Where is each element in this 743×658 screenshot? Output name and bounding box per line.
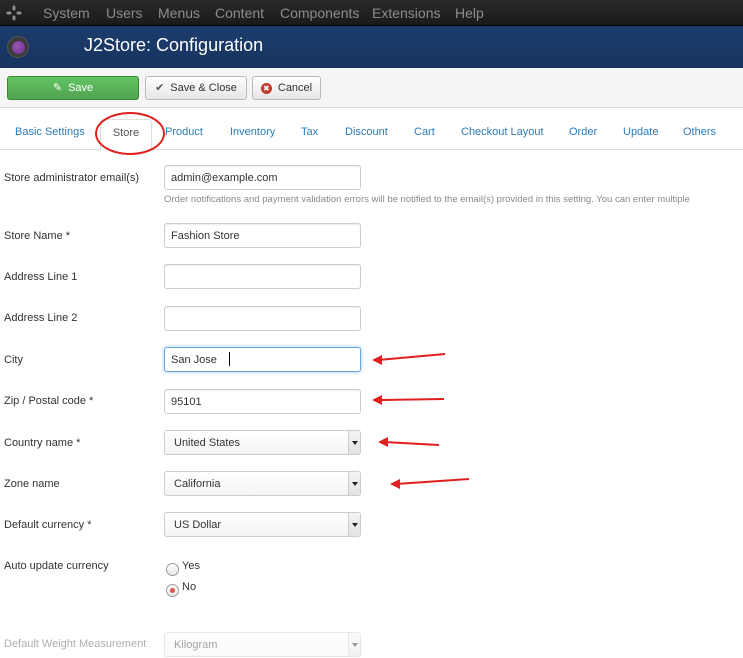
menu-components[interactable]: Components bbox=[280, 5, 359, 21]
menu-extensions[interactable]: Extensions bbox=[372, 5, 440, 21]
tab-inventory[interactable]: Inventory bbox=[230, 126, 275, 138]
admin-menubar: System Users Menus Content Components Ex… bbox=[0, 0, 743, 26]
weight-select-value: Kilogram bbox=[174, 639, 218, 651]
tab-update[interactable]: Update bbox=[623, 126, 658, 138]
menu-content[interactable]: Content bbox=[215, 5, 264, 21]
auto-update-no-label[interactable]: No bbox=[182, 581, 196, 593]
auto-update-currency-label: Auto update currency bbox=[4, 560, 109, 572]
tab-checkout-layout[interactable]: Checkout Layout bbox=[461, 126, 544, 138]
tab-discount[interactable]: Discount bbox=[345, 126, 388, 138]
country-select[interactable]: United States bbox=[164, 430, 361, 455]
checkmark-icon: ✔ bbox=[155, 81, 165, 94]
address-line1-label: Address Line 1 bbox=[4, 271, 78, 283]
address-line1-field[interactable] bbox=[164, 264, 361, 289]
chevron-down-icon[interactable] bbox=[348, 472, 360, 495]
address-line2-label: Address Line 2 bbox=[4, 312, 78, 324]
city-field[interactable] bbox=[164, 347, 361, 372]
tab-order[interactable]: Order bbox=[569, 126, 597, 138]
cancel-button[interactable]: ✖ Cancel bbox=[252, 76, 321, 100]
country-select-value: United States bbox=[174, 437, 241, 449]
currency-select-value: US Dollar bbox=[174, 519, 222, 531]
zip-code-field[interactable] bbox=[164, 389, 361, 414]
chevron-down-icon[interactable] bbox=[348, 633, 360, 656]
chevron-down-icon[interactable] bbox=[348, 513, 360, 536]
menu-menus[interactable]: Menus bbox=[158, 5, 200, 21]
config-tabs: Basic Settings Store Product Inventory T… bbox=[0, 109, 743, 151]
menu-system[interactable]: System bbox=[43, 5, 90, 21]
currency-select[interactable]: US Dollar bbox=[164, 512, 361, 537]
tab-store[interactable]: Store bbox=[100, 119, 152, 151]
tab-tax[interactable]: Tax bbox=[301, 126, 318, 138]
cancel-button-label: Cancel bbox=[277, 82, 313, 94]
admin-email-help: Order notifications and payment validati… bbox=[164, 194, 690, 205]
country-name-label: Country name * bbox=[4, 437, 81, 449]
default-currency-label: Default currency * bbox=[4, 519, 92, 531]
tab-basic-settings[interactable]: Basic Settings bbox=[15, 126, 85, 138]
save-close-button-label: Save & Close bbox=[170, 82, 237, 94]
zone-name-label: Zone name bbox=[4, 478, 60, 490]
chevron-down-icon[interactable] bbox=[348, 431, 360, 454]
tab-others[interactable]: Others bbox=[683, 126, 716, 138]
annotation-arrow-zip bbox=[372, 395, 445, 405]
annotation-arrow-country bbox=[378, 437, 440, 447]
text-cursor bbox=[229, 352, 230, 366]
auto-update-yes-radio[interactable] bbox=[166, 563, 179, 576]
save-button[interactable]: ✎ Save bbox=[7, 76, 139, 100]
tab-cart[interactable]: Cart bbox=[414, 126, 435, 138]
store-name-label: Store Name * bbox=[4, 230, 71, 242]
annotation-arrow-zone bbox=[390, 478, 470, 489]
save-button-label: Save bbox=[68, 82, 94, 94]
store-name-field[interactable] bbox=[164, 223, 361, 248]
menu-help[interactable]: Help bbox=[455, 5, 484, 21]
j2store-logo-icon bbox=[7, 36, 29, 58]
weight-select[interactable]: Kilogram bbox=[164, 632, 361, 657]
zip-code-label: Zip / Postal code * bbox=[4, 395, 94, 407]
city-label: City bbox=[4, 354, 23, 366]
default-weight-label: Default Weight Measurement bbox=[4, 638, 147, 650]
save-close-button[interactable]: ✔ Save & Close bbox=[145, 76, 247, 100]
joomla-logo-icon[interactable] bbox=[6, 5, 22, 21]
tab-product[interactable]: Product bbox=[165, 126, 203, 138]
edit-icon: ✎ bbox=[52, 81, 63, 94]
toolbar: ✎ Save ✔ Save & Close ✖ Cancel bbox=[0, 68, 743, 108]
page-title: J2Store: Configuration bbox=[84, 35, 264, 55]
admin-email-label: Store administrator email(s) bbox=[4, 172, 140, 184]
auto-update-no-radio[interactable] bbox=[166, 584, 179, 597]
annotation-arrow-city bbox=[372, 353, 446, 365]
address-line2-field[interactable] bbox=[164, 306, 361, 331]
page-header: J2Store: Configuration bbox=[0, 26, 743, 68]
close-icon: ✖ bbox=[260, 82, 272, 94]
zone-select[interactable]: California bbox=[164, 471, 361, 496]
admin-email-field[interactable] bbox=[164, 165, 361, 190]
zone-select-value: California bbox=[174, 478, 221, 490]
auto-update-yes-label[interactable]: Yes bbox=[182, 560, 200, 572]
menu-users[interactable]: Users bbox=[106, 5, 143, 21]
